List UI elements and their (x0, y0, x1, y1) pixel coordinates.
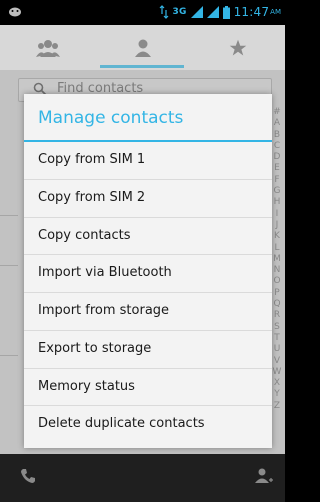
alphabet-index-letter[interactable]: F (274, 175, 279, 186)
signal-icon-2 (206, 6, 219, 18)
alphabet-index-letter[interactable]: J (276, 220, 279, 231)
menu-item-export-to-storage[interactable]: Export to storage (24, 331, 272, 369)
people-icon (35, 39, 60, 57)
network-type: 3G (172, 7, 187, 17)
menu-item-label: Delete duplicate contacts (38, 416, 205, 432)
alphabet-index-letter[interactable]: X (274, 378, 280, 389)
menu-item-copy-contacts[interactable]: Copy contacts (24, 218, 272, 256)
clock-ampm: AM (270, 8, 281, 16)
star-icon (229, 39, 246, 55)
clock: 11:47 (233, 5, 270, 19)
alphabet-index-letter[interactable]: Q (273, 299, 280, 310)
battery-icon (222, 5, 230, 19)
alphabet-index-letter[interactable]: U (274, 344, 281, 355)
menu-item-delete-duplicate-contacts[interactable]: Delete duplicate contacts (24, 406, 272, 444)
alphabet-index-letter[interactable]: K (274, 231, 280, 242)
dialog-title: Manage contacts (38, 108, 184, 128)
alphabet-index-letter[interactable]: Y (274, 389, 280, 400)
menu-item-label: Memory status (38, 378, 135, 394)
alphabet-index-letter[interactable]: S (274, 322, 280, 333)
dialog-menu: Copy from SIM 1 Copy from SIM 2 Copy con… (24, 142, 272, 444)
alphabet-index-letter[interactable]: P (274, 288, 279, 299)
menu-item-label: Copy contacts (38, 227, 131, 243)
bottom-action-bar (0, 454, 285, 502)
menu-item-copy-from-sim-2[interactable]: Copy from SIM 2 (24, 180, 272, 218)
menu-item-import-via-bluetooth[interactable]: Import via Bluetooth (24, 255, 272, 293)
signal-icon-1 (190, 6, 203, 18)
alphabet-index[interactable]: # A B C D E F G H I J K L M N O P Q R S T U V W X Y Z (272, 107, 282, 412)
alphabet-index-letter[interactable]: C (274, 141, 280, 152)
alphabet-index-letter[interactable]: E (274, 163, 280, 174)
list-divider (0, 215, 18, 216)
tab-all-contacts[interactable] (95, 25, 190, 70)
alphabet-index-letter[interactable]: R (274, 310, 280, 321)
add-contact-icon[interactable] (255, 468, 273, 484)
menu-item-label: Import via Bluetooth (38, 265, 172, 281)
tab-groups[interactable] (0, 25, 95, 70)
alphabet-index-letter[interactable]: H (274, 197, 281, 208)
alphabet-index-letter[interactable]: D (274, 152, 281, 163)
menu-item-memory-status[interactable]: Memory status (24, 369, 272, 407)
status-bar: 3G 11:47 AM (0, 0, 285, 25)
tab-bar (0, 25, 285, 70)
alphabet-index-letter[interactable]: M (273, 254, 281, 265)
menu-item-label: Copy from SIM 2 (38, 189, 146, 205)
alphabet-index-letter[interactable]: I (276, 209, 279, 220)
manage-contacts-dialog: Manage contacts Copy from SIM 1 Copy fro… (24, 94, 272, 448)
menu-item-label: Copy from SIM 1 (38, 152, 146, 167)
alphabet-index-letter[interactable]: V (274, 356, 280, 367)
menu-item-label: Export to storage (38, 340, 152, 356)
status-icons: 3G 11:47 AM (159, 4, 281, 20)
alphabet-index-letter[interactable]: # (273, 107, 281, 118)
tab-selected-indicator (100, 65, 184, 68)
list-divider (0, 265, 18, 266)
alphabet-index-letter[interactable]: N (274, 265, 281, 276)
list-divider (0, 355, 18, 356)
phone-icon[interactable] (20, 468, 36, 484)
alphabet-index-letter[interactable]: G (274, 186, 281, 197)
menu-item-import-from-storage[interactable]: Import from storage (24, 293, 272, 331)
android-debug-icon (9, 7, 21, 17)
person-icon (134, 39, 151, 57)
alphabet-index-letter[interactable]: L (274, 243, 279, 254)
data-transfer-icon (159, 5, 168, 19)
alphabet-index-letter[interactable]: Z (274, 401, 280, 412)
alphabet-index-letter[interactable]: B (274, 130, 280, 141)
alphabet-index-letter[interactable]: T (274, 333, 280, 344)
alphabet-index-letter[interactable]: O (273, 276, 280, 287)
tab-favorites[interactable] (190, 25, 285, 70)
menu-item-label: Import from storage (38, 303, 170, 318)
alphabet-index-letter[interactable]: A (274, 118, 280, 129)
alphabet-index-letter[interactable]: W (273, 367, 282, 378)
menu-item-copy-from-sim-1[interactable]: Copy from SIM 1 (24, 142, 272, 180)
